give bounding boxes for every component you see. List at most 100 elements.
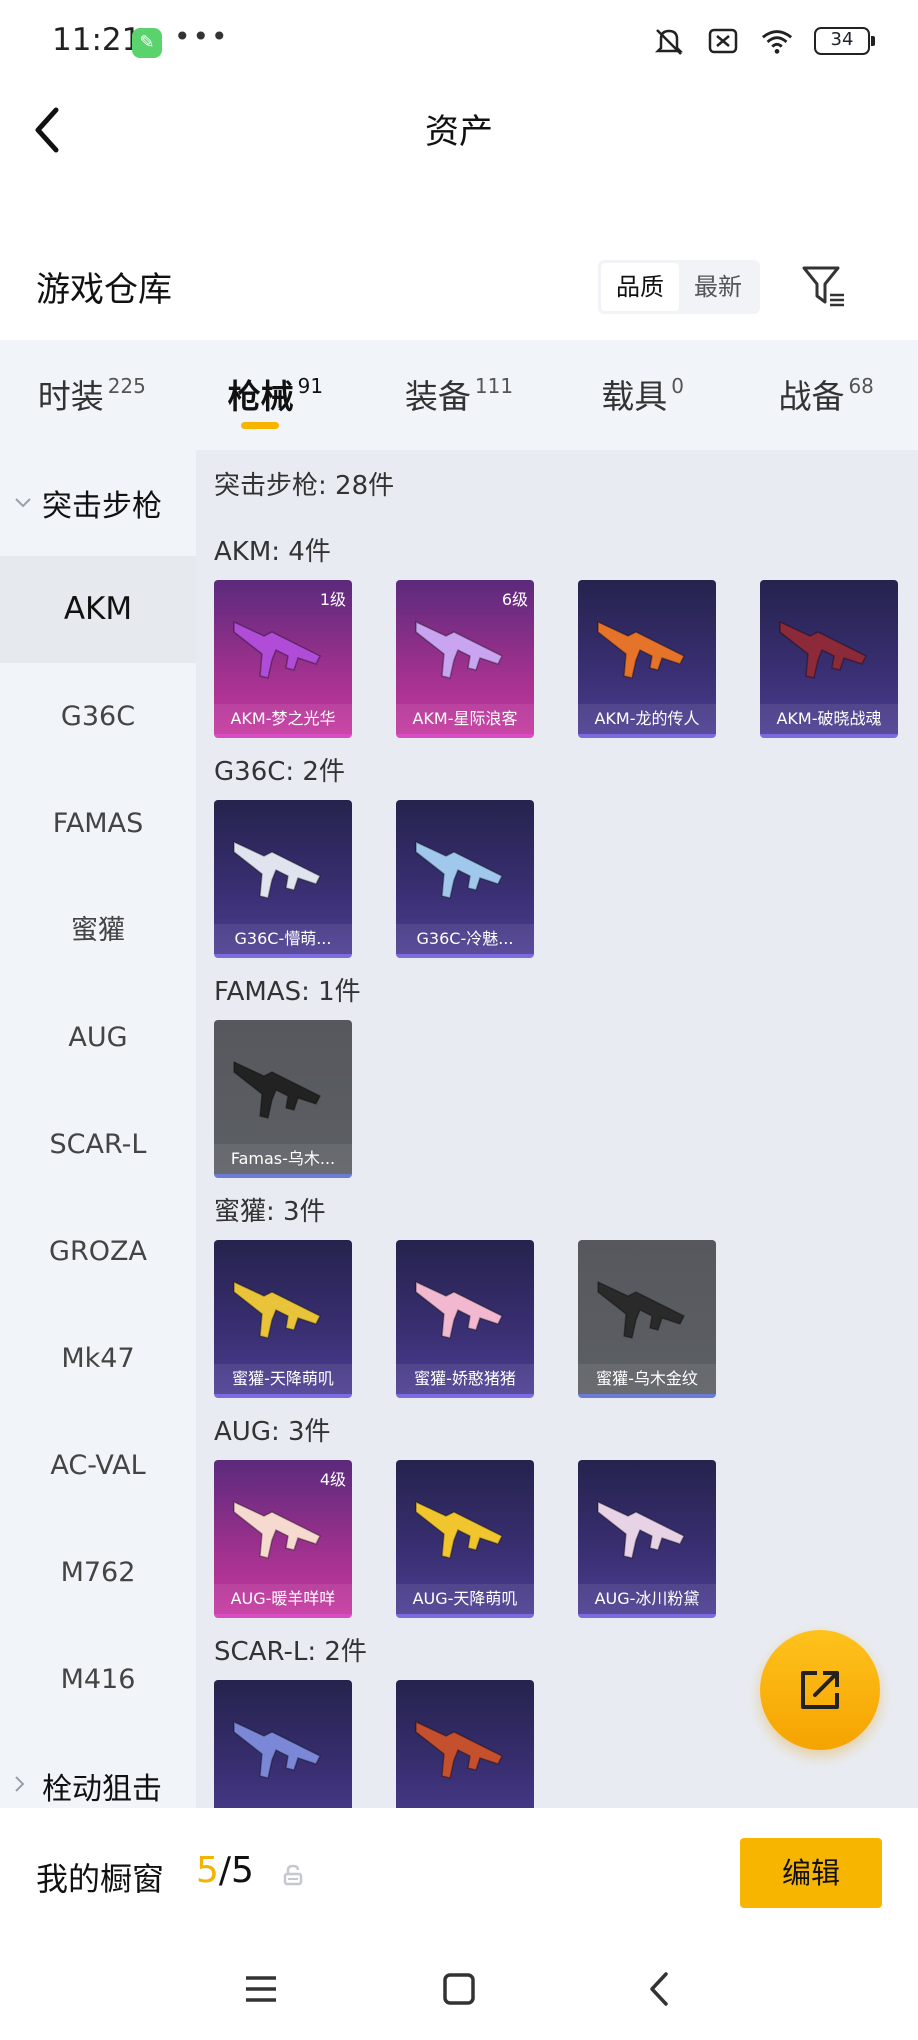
showcase-count: 5/5 — [196, 1850, 254, 1891]
chevron-down-icon — [14, 493, 32, 514]
edit-button[interactable]: 编辑 — [740, 1838, 882, 1908]
sort-newest-option[interactable]: 最新 — [679, 263, 757, 311]
sidebar-item-m762[interactable]: M762 — [0, 1519, 196, 1626]
chevron-right-icon — [14, 1775, 32, 1798]
rifle-icon — [597, 1280, 686, 1339]
system-icons: 34 — [652, 26, 875, 56]
skin-name: AUG-暖羊咩咩 — [214, 1584, 352, 1614]
skin-card[interactable]: G36C-冷魅... — [396, 800, 534, 958]
skin-card[interactable]: 蜜獾-乌木金纹 — [578, 1240, 716, 1398]
tab-label: 战备 — [778, 377, 845, 416]
active-tab-indicator — [241, 422, 280, 429]
weapon-grid: 突击步枪: 28件 AKM: 4件 1级 AKM-梦之光华 6级 AKM-星际浪客 AKM… — [196, 450, 918, 1808]
rifle-icon — [415, 1720, 504, 1779]
group-title: AUG: 3件 — [214, 1417, 331, 1447]
sidebar-group-label: 突击步枪 — [42, 489, 162, 524]
skin-level: 6级 — [501, 590, 528, 609]
share-button[interactable] — [760, 1630, 880, 1750]
skin-name: AUG-天降萌叽 — [396, 1584, 534, 1614]
skin-card[interactable]: 1级 AKM-梦之光华 — [214, 580, 352, 738]
group-title: G36C: 2件 — [214, 757, 345, 787]
sidebar-item-groza[interactable]: GROZA — [0, 1198, 196, 1305]
sidebar-item-m416[interactable]: M416 — [0, 1626, 196, 1733]
rifle-icon — [779, 620, 868, 679]
home-button[interactable] — [434, 1964, 484, 2014]
skin-grid: 1级 AKM-梦之光华 6级 AKM-星际浪客 AKM-龙的传人 AKM-破晓战魂 — [214, 574, 918, 742]
rifle-icon — [233, 1720, 322, 1779]
sidebar-item-honey-badger[interactable]: 蜜獾 — [0, 877, 196, 984]
skin-name: AKM-梦之光华 — [214, 704, 352, 734]
rifle-icon — [597, 620, 686, 679]
skin-card[interactable] — [214, 1680, 352, 1808]
no-sim-icon — [706, 26, 740, 56]
system-nav-bar — [0, 1938, 918, 2040]
skin-card[interactable]: 蜜獾-天降萌叽 — [214, 1240, 352, 1398]
rifle-icon — [415, 620, 504, 679]
skin-grid: Famas-乌木... — [214, 1014, 918, 1182]
share-icon — [801, 1671, 839, 1709]
menu-icon — [246, 1976, 276, 2002]
status-bar: 11:21 ✎ ••• 34 — [0, 0, 918, 90]
sidebar-group-assault-rifles[interactable]: 突击步枪 — [0, 450, 196, 556]
sidebar-item-mk47[interactable]: Mk47 — [0, 1305, 196, 1412]
showcase-slash: / — [218, 1850, 232, 1891]
skin-card[interactable]: Famas-乌木... — [214, 1020, 352, 1178]
sidebar-group-bolt-action[interactable]: 栓动狙击 — [0, 1733, 196, 1808]
showcase-label: 我的橱窗 — [36, 1860, 165, 1898]
sidebar-item-famas[interactable]: FAMAS — [0, 770, 196, 877]
skin-card[interactable] — [396, 1680, 534, 1808]
tab-firearms[interactable]: 枪械 91 — [184, 340, 368, 450]
skin-card[interactable]: AKM-破晓战魂 — [760, 580, 898, 738]
skin-name: AKM-破晓战魂 — [760, 704, 898, 734]
tab-vehicles[interactable]: 载具 0 — [551, 340, 735, 450]
more-notifications-icon: ••• — [174, 20, 230, 53]
weapon-category-sidebar: 突击步枪 AKM G36C FAMAS 蜜獾 AUG SCAR-L GROZA … — [0, 450, 196, 1808]
skin-name: G36C-冷魅... — [396, 924, 534, 954]
skin-name: 蜜獾-乌木金纹 — [578, 1364, 716, 1394]
sidebar-item-g36c[interactable]: G36C — [0, 663, 196, 770]
tab-count: 91 — [297, 374, 324, 398]
lock-icon — [282, 1864, 304, 1886]
skin-name: G36C-懵萌... — [214, 924, 352, 954]
skin-grid: 蜜獾-天降萌叽 蜜獾-娇憨猪猪 蜜獾-乌木金纹 — [214, 1234, 918, 1402]
tab-equipment[interactable]: 装备 111 — [367, 340, 551, 450]
skin-name: 蜜獾-娇憨猪猪 — [396, 1364, 534, 1394]
sidebar-item-scar-l[interactable]: SCAR-L — [0, 1091, 196, 1198]
rifle-icon — [233, 1060, 322, 1119]
tab-count: 0 — [671, 374, 684, 398]
rifle-icon — [597, 1500, 686, 1559]
skin-name: AUG-冰川粉黛 — [578, 1584, 716, 1614]
skin-grid: G36C-懵萌... G36C-冷魅... — [214, 794, 918, 962]
rifle-icon — [233, 840, 322, 899]
skin-name: AKM-星际浪客 — [396, 704, 534, 734]
skin-card[interactable]: AUG-冰川粉黛 — [578, 1460, 716, 1618]
tab-count: 68 — [848, 374, 874, 398]
tab-label: 时装 — [37, 377, 104, 416]
tab-supplies[interactable]: 战备 68 — [734, 340, 918, 450]
home-icon — [443, 1973, 475, 2005]
back-arrow-icon — [650, 1972, 668, 2006]
tab-label: 载具 — [601, 377, 668, 416]
skin-card[interactable]: G36C-懵萌... — [214, 800, 352, 958]
skin-card[interactable]: AUG-天降萌叽 — [396, 1460, 534, 1618]
page-title: 资产 — [425, 112, 493, 152]
sort-quality-option[interactable]: 品质 — [601, 263, 679, 311]
menu-button[interactable] — [236, 1964, 286, 2014]
rifle-icon — [233, 1500, 322, 1559]
tab-fashion[interactable]: 时装 225 — [0, 340, 184, 450]
showcase-bar: 我的橱窗 5/5 编辑 — [0, 1808, 918, 1938]
system-back-button[interactable] — [636, 1964, 686, 2014]
skin-card[interactable]: AKM-龙的传人 — [578, 580, 716, 738]
rifle-icon — [415, 1280, 504, 1339]
skin-card[interactable]: 蜜獾-娇憨猪猪 — [396, 1240, 534, 1398]
mute-icon — [652, 26, 686, 56]
skin-card[interactable]: 6级 AKM-星际浪客 — [396, 580, 534, 738]
skin-card[interactable]: 4级 AUG-暖羊咩咩 — [214, 1460, 352, 1618]
tab-count: 225 — [107, 374, 146, 398]
sidebar-item-akm[interactable]: AKM — [0, 556, 196, 663]
sidebar-item-aug[interactable]: AUG — [0, 984, 196, 1091]
filter-button[interactable] — [800, 262, 848, 312]
showcase-max: 5 — [231, 1850, 254, 1891]
rifle-icon — [233, 1280, 322, 1339]
sidebar-item-ac-val[interactable]: AC-VAL — [0, 1412, 196, 1519]
